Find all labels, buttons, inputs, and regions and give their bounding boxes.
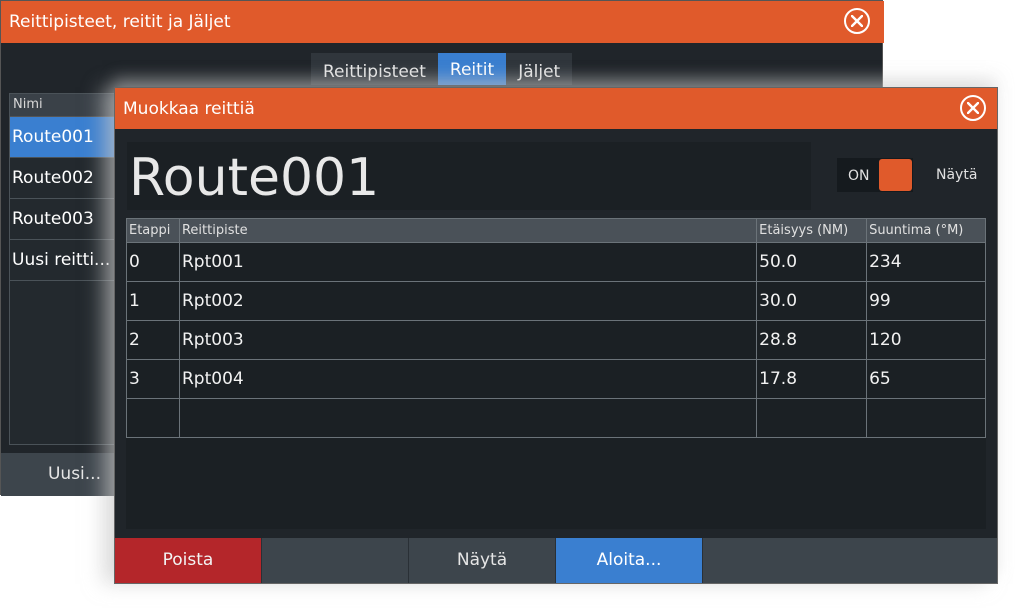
cell-bearing bbox=[866, 398, 986, 438]
show-label: Näytä bbox=[936, 167, 978, 183]
table-row[interactable]: 0 Rpt001 50.0 234 bbox=[126, 242, 986, 282]
cell-leg: 1 bbox=[126, 281, 180, 321]
dialog-button-bar: Poista Näytä Aloita... bbox=[115, 538, 997, 583]
cell-distance: 30.0 bbox=[756, 281, 868, 321]
list-item-new-route[interactable]: Uusi reitti... bbox=[10, 240, 118, 281]
close-icon[interactable] bbox=[844, 8, 870, 34]
table-header-row: Etappi Reittipiste Etäisyys (NM) Suuntim… bbox=[126, 218, 986, 243]
window-title: Reittipisteet, reitit ja Jäljet bbox=[9, 12, 231, 32]
list-item-route003[interactable]: Route003 bbox=[10, 199, 118, 240]
tab-bar: Reittipisteet Reitit Jäljet bbox=[311, 53, 573, 85]
window-titlebar: Reittipisteet, reitit ja Jäljet bbox=[1, 1, 884, 43]
cell-bearing: 120 bbox=[866, 320, 986, 360]
cell-waypoint bbox=[178, 398, 758, 438]
cell-waypoint: Rpt003 bbox=[178, 320, 758, 360]
cell-leg: 0 bbox=[126, 242, 180, 282]
column-header-leg: Etappi bbox=[126, 218, 180, 243]
cell-leg: 3 bbox=[126, 359, 180, 399]
list-item-route002[interactable]: Route002 bbox=[10, 158, 118, 199]
list-header-name: Nimi bbox=[10, 94, 118, 117]
toggle-knob[interactable] bbox=[879, 159, 912, 191]
route-legs-table: Etappi Reittipiste Etäisyys (NM) Suuntim… bbox=[126, 218, 986, 529]
empty-button[interactable] bbox=[262, 538, 409, 583]
column-header-waypoint: Reittipiste bbox=[178, 218, 758, 243]
cell-waypoint: Rpt004 bbox=[178, 359, 758, 399]
route-list: Nimi Route001 Route002 Route003 Uusi rei… bbox=[9, 93, 119, 445]
cell-leg bbox=[126, 398, 180, 438]
cell-waypoint: Rpt002 bbox=[178, 281, 758, 321]
show-button[interactable]: Näytä bbox=[409, 538, 556, 583]
close-icon[interactable] bbox=[960, 95, 986, 121]
show-toggle[interactable]: ON bbox=[837, 158, 913, 192]
edit-route-dialog: Muokkaa reittiä Route001 ON Näytä Etappi… bbox=[114, 87, 998, 584]
tab-tracks[interactable]: Jäljet bbox=[506, 53, 573, 85]
dialog-titlebar: Muokkaa reittiä bbox=[115, 88, 997, 129]
cell-distance: 28.8 bbox=[756, 320, 868, 360]
toggle-state-label: ON bbox=[848, 168, 870, 184]
table-row[interactable]: 3 Rpt004 17.8 65 bbox=[126, 359, 986, 399]
cell-waypoint: Rpt001 bbox=[178, 242, 758, 282]
tab-routes[interactable]: Reitit bbox=[437, 53, 507, 85]
new-button[interactable]: Uusi... bbox=[1, 453, 119, 496]
column-header-bearing: Suuntima (°M) bbox=[866, 218, 986, 243]
button-bar-filler bbox=[703, 538, 997, 583]
cell-bearing: 234 bbox=[866, 242, 986, 282]
dialog-title: Muokkaa reittiä bbox=[123, 99, 255, 119]
cell-leg: 2 bbox=[126, 320, 180, 360]
column-header-distance: Etäisyys (NM) bbox=[756, 218, 868, 243]
tab-waypoints[interactable]: Reittipisteet bbox=[311, 53, 438, 85]
route-name-field[interactable]: Route001 bbox=[127, 142, 811, 210]
table-row[interactable]: 1 Rpt002 30.0 99 bbox=[126, 281, 986, 321]
cell-bearing: 65 bbox=[866, 359, 986, 399]
cell-bearing: 99 bbox=[866, 281, 986, 321]
cell-distance: 17.8 bbox=[756, 359, 868, 399]
table-row-empty[interactable] bbox=[126, 398, 986, 438]
cell-distance bbox=[756, 398, 868, 438]
cell-distance: 50.0 bbox=[756, 242, 868, 282]
table-row[interactable]: 2 Rpt003 28.8 120 bbox=[126, 320, 986, 360]
delete-button[interactable]: Poista bbox=[115, 538, 262, 583]
list-item-route001[interactable]: Route001 bbox=[10, 117, 118, 158]
start-button[interactable]: Aloita... bbox=[556, 538, 703, 583]
